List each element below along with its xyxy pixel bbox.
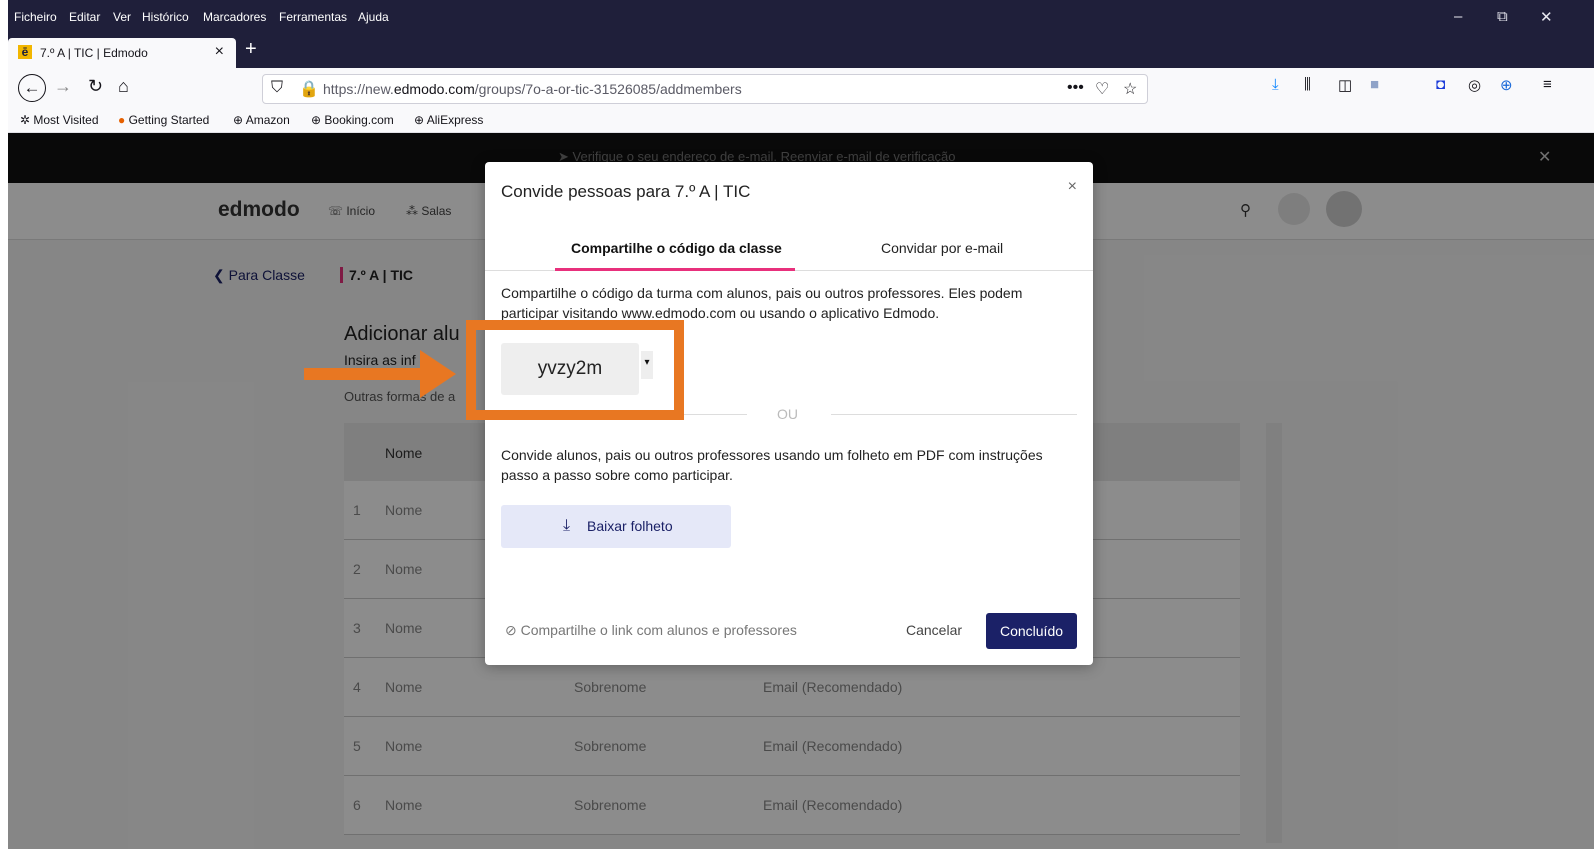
browser-tab[interactable]: ē 7.º A | TIC | Edmodo ×	[8, 38, 236, 68]
download-flyer-label: Baixar folheto	[587, 518, 673, 534]
link-icon: ⊘	[505, 622, 517, 638]
new-tab-button[interactable]: +	[245, 38, 257, 61]
tab-invite-email[interactable]: Convidar por e-mail	[881, 240, 1003, 256]
edmodo-favicon-icon: ē	[18, 45, 32, 59]
extension-icon[interactable]: ■	[1370, 76, 1379, 93]
sidebar-icon[interactable]: ◫	[1338, 76, 1352, 94]
or-label: OU	[777, 406, 798, 422]
bookmark-amazon[interactable]: ⊕ Amazon	[233, 113, 290, 127]
extension-download-icon[interactable]: ◘	[1436, 76, 1445, 93]
modal-title: Convide pessoas para 7.º A | TIC	[501, 182, 751, 201]
address-bar[interactable]: ⛉ 🔒 https://new.edmodo.com/groups/7o-a-o…	[262, 74, 1148, 104]
modal-close-button[interactable]: ×	[1068, 178, 1077, 196]
bookmark-aliexpress[interactable]: ⊕ AliExpress	[414, 113, 483, 127]
account-icon[interactable]: ◎	[1468, 76, 1481, 94]
tab-share-code[interactable]: Compartilhe o código da classe	[571, 240, 782, 256]
hamburger-menu-icon[interactable]: ≡	[1543, 76, 1552, 93]
home-button[interactable]: ⌂	[118, 76, 129, 97]
done-button[interactable]: Concluído	[986, 613, 1077, 649]
back-button[interactable]: ←	[18, 74, 46, 102]
share-link[interactable]: ⊘ Compartilhe o link com alunos e profes…	[505, 622, 797, 639]
window-close-button[interactable]: ✕	[1540, 8, 1553, 26]
pdf-instructions: Convide alunos, pais ou outros professor…	[501, 447, 1043, 483]
reload-button[interactable]: ↻	[88, 76, 103, 97]
active-tab-indicator	[555, 268, 795, 271]
bookmark-booking[interactable]: ⊕ Booking.com	[311, 113, 394, 127]
add-extension-icon[interactable]: ⊕	[1500, 76, 1513, 94]
menu-ferramentas[interactable]: Ferramentas	[279, 10, 347, 24]
bookmark-getting-started[interactable]: ● Getting Started	[118, 113, 209, 127]
arrow-shaft	[304, 368, 424, 380]
menu-ver[interactable]: Ver	[113, 10, 131, 24]
page-actions-icon[interactable]: •••	[1067, 79, 1084, 97]
url-text: https://new.edmodo.com/groups/7o-a-or-ti…	[323, 81, 742, 97]
download-icon: ⤓	[563, 517, 571, 534]
menu-marcadores[interactable]: Marcadores	[203, 10, 266, 24]
divider-line	[831, 414, 1077, 415]
bookmark-star-icon[interactable]: ☆	[1123, 79, 1137, 99]
lock-icon[interactable]: 🔒	[299, 79, 319, 99]
library-icon[interactable]: ⫼	[1304, 76, 1311, 93]
minimize-button[interactable]: –	[1454, 8, 1462, 25]
tab-title: 7.º A | TIC | Edmodo	[40, 46, 148, 60]
firefox-icon: ●	[118, 113, 126, 127]
restore-button[interactable]: ⧉	[1497, 8, 1508, 25]
menu-editar[interactable]: Editar	[69, 10, 100, 24]
download-flyer-button[interactable]: ⤓ Baixar folheto	[501, 505, 731, 548]
menu-ajuda[interactable]: Ajuda	[358, 10, 389, 24]
tab-close-button[interactable]: ×	[215, 43, 224, 61]
menu-ficheiro[interactable]: Ficheiro	[14, 10, 57, 24]
downloads-icon[interactable]: ⤓	[1272, 76, 1279, 93]
highlight-box	[466, 320, 684, 420]
pocket-icon[interactable]: ♡	[1095, 79, 1109, 99]
menu-historico[interactable]: Histórico	[142, 10, 189, 24]
bookmark-most-visited[interactable]: ✲ Most Visited	[20, 113, 99, 127]
shield-icon[interactable]: ⛉	[271, 79, 283, 97]
cancel-button[interactable]: Cancelar	[906, 622, 962, 638]
share-code-intro: Compartilhe o código da turma com alunos…	[501, 285, 1023, 321]
arrow-icon	[420, 350, 456, 398]
forward-button[interactable]: →	[54, 76, 72, 97]
menu-bar: Ficheiro Editar Ver Histórico Marcadores…	[8, 0, 1594, 34]
bookmarks-bar: ✲ Most Visited ● Getting Started ⊕ Amazo…	[8, 108, 1594, 133]
